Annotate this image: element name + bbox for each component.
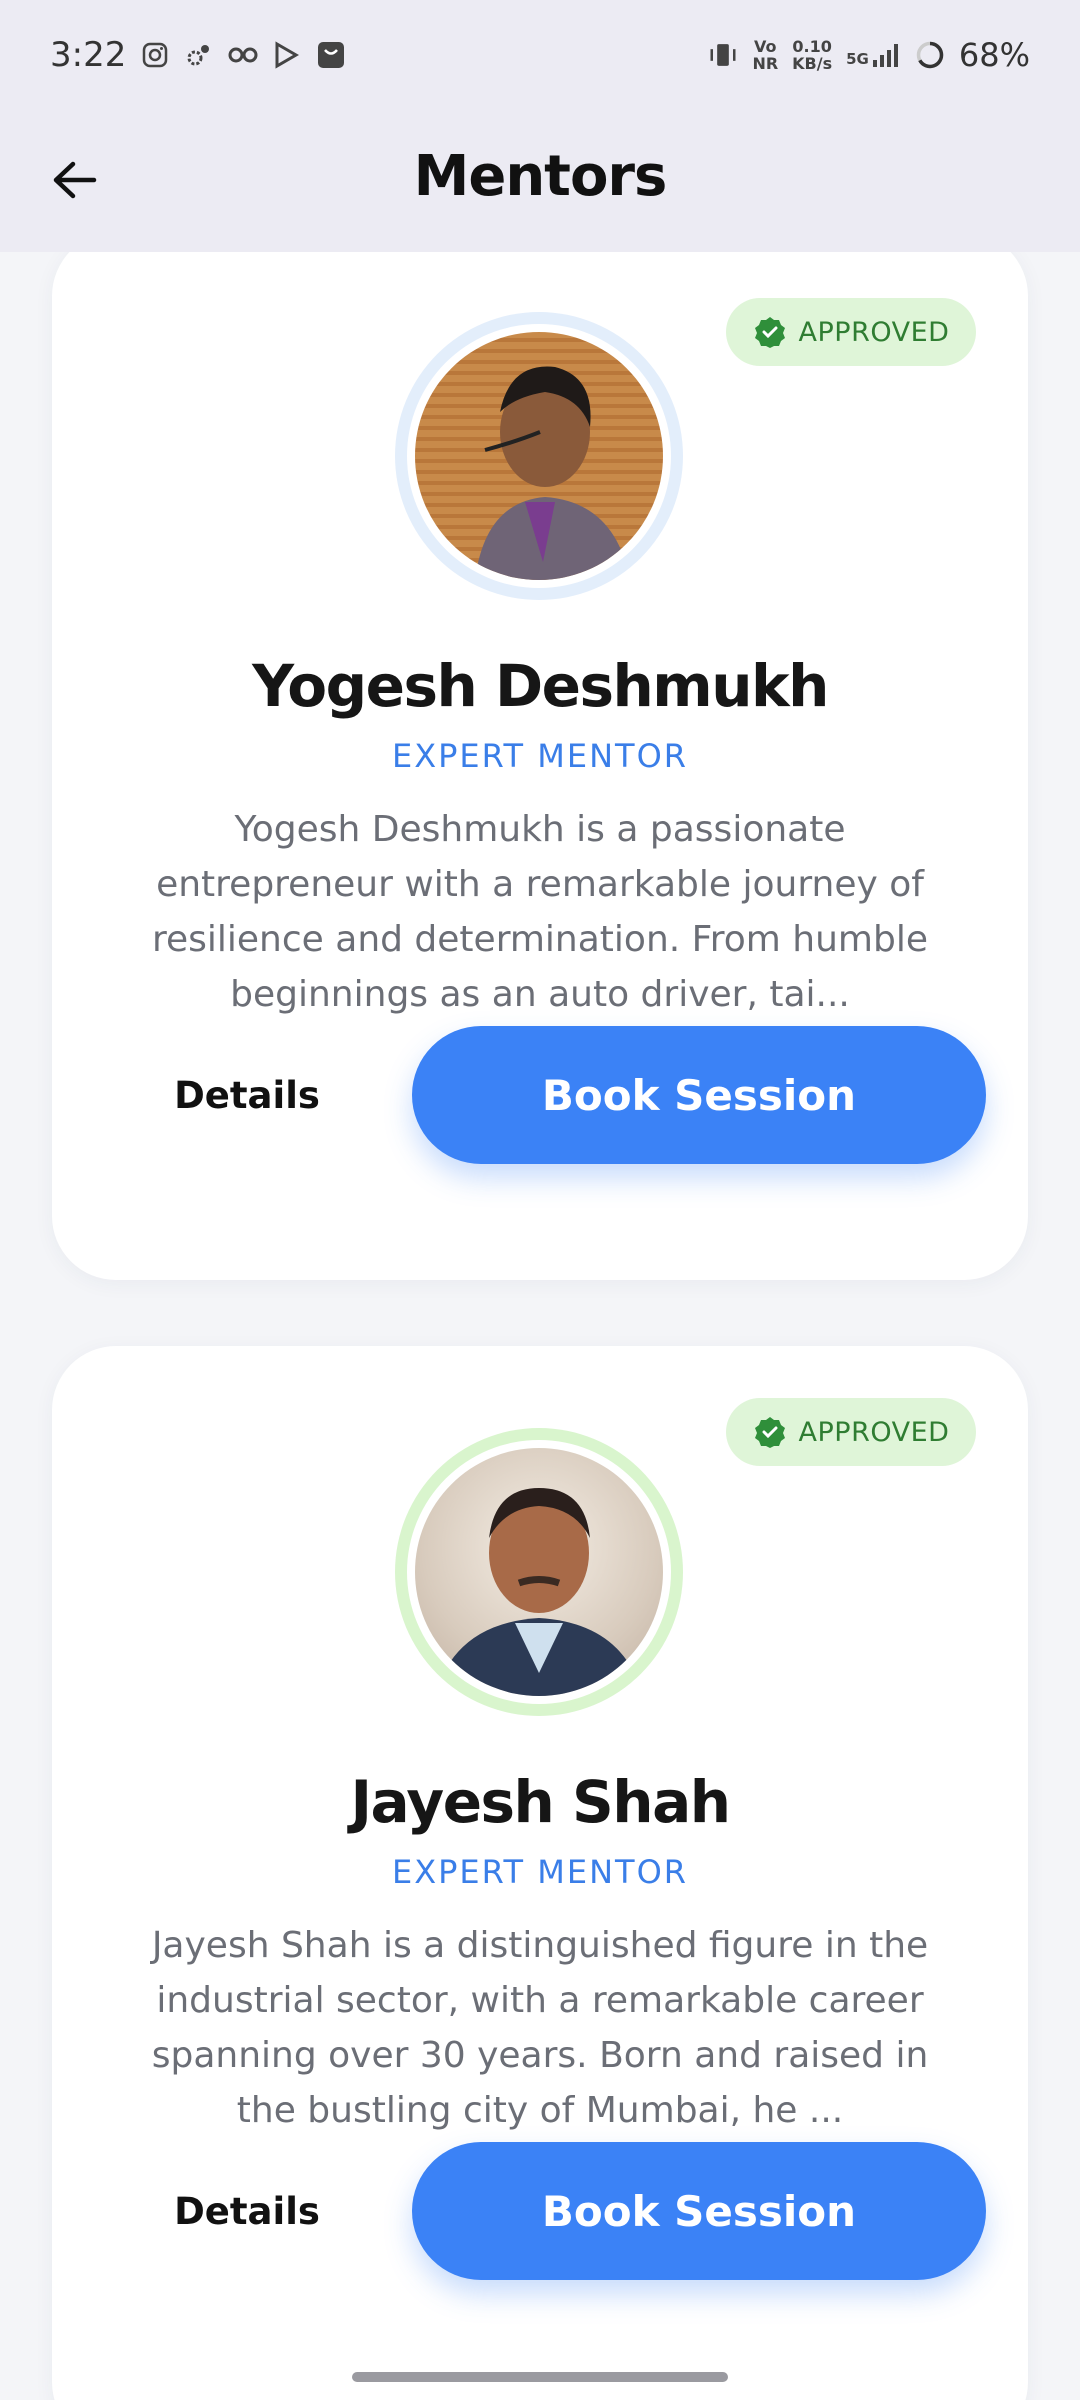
status-bar: 3:22 Vo NR 0.10 KB/s 5G 68% <box>0 0 1080 110</box>
mentor-card: APPROVED Jayesh Shah EXPERT MENTOR Jayes… <box>52 1346 1028 2400</box>
mentor-name: Yogesh Deshmukh <box>252 652 829 720</box>
volte-indicator: Vo NR <box>752 37 779 73</box>
mentor-card: APPROVED Yogesh Deshmukh EXPERT MENTOR Y… <box>52 252 1028 1280</box>
cell-signal-icon: 5G <box>846 42 901 68</box>
mentor-role: EXPERT MENTOR <box>391 1853 688 1891</box>
home-indicator[interactable] <box>352 2372 728 2382</box>
verified-check-icon <box>754 1417 785 1448</box>
mentor-bio: Jayesh Shah is a distinguished figure in… <box>151 1925 929 2131</box>
avatar <box>415 332 663 580</box>
settings-gears-icon <box>184 40 214 70</box>
approved-badge: APPROVED <box>726 1398 976 1466</box>
shopping-bag-icon <box>316 40 346 70</box>
book-session-button[interactable]: Book Session <box>412 2142 986 2280</box>
mentor-name: Jayesh Shah <box>350 1768 731 1836</box>
mentor-bio: Yogesh Deshmukh is a passionate entrepre… <box>151 809 928 1015</box>
app-bar: Mentors <box>0 110 1080 252</box>
page-title: Mentors <box>413 144 668 209</box>
battery-ring-icon <box>915 40 945 70</box>
vibrate-icon <box>708 40 738 70</box>
instagram-icon <box>140 40 170 70</box>
details-button[interactable]: Details <box>132 1055 362 1135</box>
mentor-list[interactable]: APPROVED Yogesh Deshmukh EXPERT MENTOR Y… <box>0 252 1080 2400</box>
avatar <box>415 1448 663 1696</box>
approved-badge: APPROVED <box>726 298 976 366</box>
status-time: 3:22 <box>50 35 127 75</box>
verified-check-icon <box>754 317 785 348</box>
battery-percent: 68% <box>958 36 1030 74</box>
glasses-icon <box>228 40 258 70</box>
avatar-ring <box>395 312 683 600</box>
network-speed: 0.10 KB/s <box>792 37 833 73</box>
play-store-icon <box>272 40 302 70</box>
avatar-ring <box>395 1428 683 1716</box>
mentor-role: EXPERT MENTOR <box>391 737 688 775</box>
book-session-button[interactable]: Book Session <box>412 1026 986 1164</box>
details-button[interactable]: Details <box>132 2171 362 2251</box>
